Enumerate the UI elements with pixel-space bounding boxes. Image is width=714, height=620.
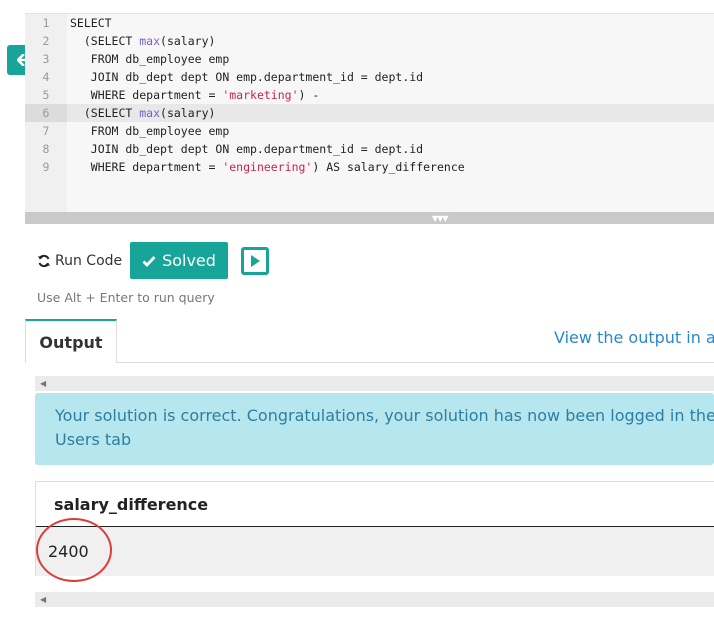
code-line[interactable]: 8 JOIN db_dept dept ON emp.department_id… bbox=[25, 140, 714, 158]
code-line[interactable]: 6 (SELECT max(salary) bbox=[25, 104, 714, 122]
success-alert: Your solution is correct. Congratulation… bbox=[35, 393, 714, 465]
view-output-link[interactable]: View the output in a bbox=[554, 328, 714, 347]
code-line[interactable]: 5 WHERE department = 'marketing') - bbox=[25, 86, 714, 104]
code-text: SELECT bbox=[70, 16, 112, 30]
line-number: 7 bbox=[42, 124, 50, 138]
run-code-button[interactable]: Run Code bbox=[37, 251, 122, 271]
sql-editor[interactable]: 1 SELECT 2 (SELECT max(salary) 3 FROM db_em… bbox=[25, 13, 714, 224]
solved-button[interactable]: Solved bbox=[130, 242, 228, 279]
check-icon bbox=[142, 255, 156, 267]
line-number: 2 bbox=[42, 34, 50, 48]
code-text: WHERE department = 'marketing') - bbox=[70, 88, 320, 102]
code-text: JOIN db_dept dept ON emp.department_id =… bbox=[70, 70, 424, 84]
refresh-icon bbox=[38, 254, 50, 268]
line-number: 5 bbox=[42, 88, 50, 102]
code-line[interactable]: 3 FROM db_employee emp bbox=[25, 50, 714, 68]
play-button[interactable] bbox=[241, 247, 269, 275]
annotation-circle bbox=[36, 518, 112, 582]
scroll-left-icon[interactable]: ◀ bbox=[40, 376, 46, 391]
code-text: (SELECT max(salary) bbox=[70, 34, 216, 48]
run-shortcut-hint: Use Alt + Enter to run query bbox=[37, 290, 215, 305]
line-number: 1 bbox=[42, 16, 50, 30]
tab-output[interactable]: Output bbox=[25, 319, 117, 363]
editor-resize-bar[interactable]: ▼▼▼ bbox=[25, 212, 714, 224]
alert-text-line-1: Your solution is correct. Congratulation… bbox=[55, 406, 714, 425]
code-line[interactable]: 4 JOIN db_dept dept ON emp.department_id… bbox=[25, 68, 714, 86]
line-number: 6 bbox=[25, 104, 67, 122]
code-text: FROM db_employee emp bbox=[70, 124, 230, 138]
line-number: 3 bbox=[42, 52, 50, 66]
code-text: JOIN db_dept dept ON emp.department_id =… bbox=[70, 142, 424, 156]
line-number: 9 bbox=[42, 160, 50, 174]
horizontal-scrollbar-bottom[interactable]: ◀ bbox=[35, 592, 714, 607]
code-text: WHERE department = 'engineering') AS sal… bbox=[70, 160, 465, 174]
table-cell: 2400 bbox=[36, 527, 714, 576]
play-icon bbox=[251, 255, 260, 267]
tabs-divider bbox=[25, 362, 714, 363]
code-line[interactable]: 2 (SELECT max(salary) bbox=[25, 32, 714, 50]
line-number: 8 bbox=[42, 142, 50, 156]
run-code-label: Run Code bbox=[55, 253, 123, 269]
horizontal-scrollbar-top[interactable]: ◀ bbox=[35, 376, 714, 391]
code-text: (SELECT max(salary) bbox=[70, 106, 216, 120]
column-header: salary_difference bbox=[36, 482, 714, 527]
resize-grip-icon: ▼▼▼ bbox=[432, 214, 449, 223]
code-line[interactable]: 1 SELECT bbox=[25, 14, 714, 32]
code-line[interactable]: 9 WHERE department = 'engineering') AS s… bbox=[25, 158, 714, 176]
code-line[interactable]: 7 FROM db_employee emp bbox=[25, 122, 714, 140]
code-text: FROM db_employee emp bbox=[70, 52, 230, 66]
result-table: salary_difference 2400 bbox=[35, 481, 714, 576]
alert-text-line-2: Users tab bbox=[55, 430, 132, 449]
line-number: 4 bbox=[42, 70, 50, 84]
scroll-left-icon[interactable]: ◀ bbox=[40, 592, 46, 607]
solved-label: Solved bbox=[162, 251, 216, 270]
